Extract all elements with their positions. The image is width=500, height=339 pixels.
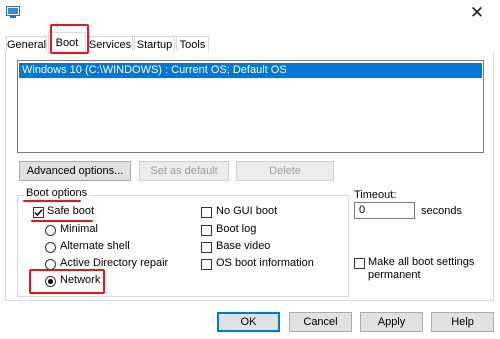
tab-general[interactable]: General: [6, 36, 47, 52]
safe-boot-checkbox[interactable]: [33, 207, 44, 218]
apply-button[interactable]: Apply: [360, 312, 423, 332]
active-directory-repair-label[interactable]: Active Directory repair: [60, 257, 168, 269]
cancel-button[interactable]: Cancel: [289, 312, 352, 332]
tab-tools[interactable]: Tools: [176, 36, 209, 52]
boot-options-legend: Boot options: [24, 187, 90, 199]
os-boot-information-checkbox[interactable]: [201, 259, 212, 270]
timeout-input[interactable]: 0: [354, 202, 415, 219]
make-permanent-label[interactable]: Make all boot settings permanent: [368, 256, 474, 282]
close-icon[interactable]: ✕: [460, 0, 494, 26]
alternate-shell-label[interactable]: Alternate shell: [60, 240, 130, 252]
no-gui-boot-label[interactable]: No GUI boot: [216, 205, 277, 217]
safe-boot-label[interactable]: Safe boot: [47, 205, 94, 217]
annotation-network-highlight: [29, 269, 105, 294]
minimal-radio[interactable]: [45, 225, 56, 236]
boot-log-label[interactable]: Boot log: [216, 223, 256, 235]
no-gui-boot-checkbox[interactable]: [201, 207, 212, 218]
annotation-underline-safe-boot: [31, 220, 93, 222]
tab-startup[interactable]: Startup: [134, 36, 175, 52]
timeout-label: Timeout:: [354, 189, 397, 201]
os-boot-information-label[interactable]: OS boot information: [216, 257, 314, 269]
os-list-item-selected[interactable]: Windows 10 (C:\WINDOWS) : Current OS; De…: [19, 63, 482, 78]
title-bar: [0, 0, 500, 26]
help-button[interactable]: Help: [431, 312, 494, 332]
app-icon: [6, 6, 20, 18]
base-video-label[interactable]: Base video: [216, 240, 270, 252]
set-as-default-button[interactable]: Set as default: [139, 161, 229, 181]
base-video-checkbox[interactable]: [201, 242, 212, 253]
timeout-unit-label: seconds: [421, 205, 462, 217]
make-permanent-label-line1: Make all boot settings: [368, 256, 475, 268]
ok-button[interactable]: OK: [217, 312, 280, 332]
make-permanent-checkbox[interactable]: [354, 258, 365, 269]
annotation-underline-boot-options: [23, 200, 81, 202]
minimal-label[interactable]: Minimal: [60, 223, 98, 235]
tab-services[interactable]: Services: [87, 36, 133, 52]
advanced-options-button[interactable]: Advanced options...: [19, 161, 131, 181]
delete-button[interactable]: Delete: [236, 161, 334, 181]
annotation-boot-tab-highlight: [50, 24, 89, 54]
boot-log-checkbox[interactable]: [201, 225, 212, 236]
alternate-shell-radio[interactable]: [45, 242, 56, 253]
make-permanent-label-line2: permanent: [368, 269, 421, 281]
